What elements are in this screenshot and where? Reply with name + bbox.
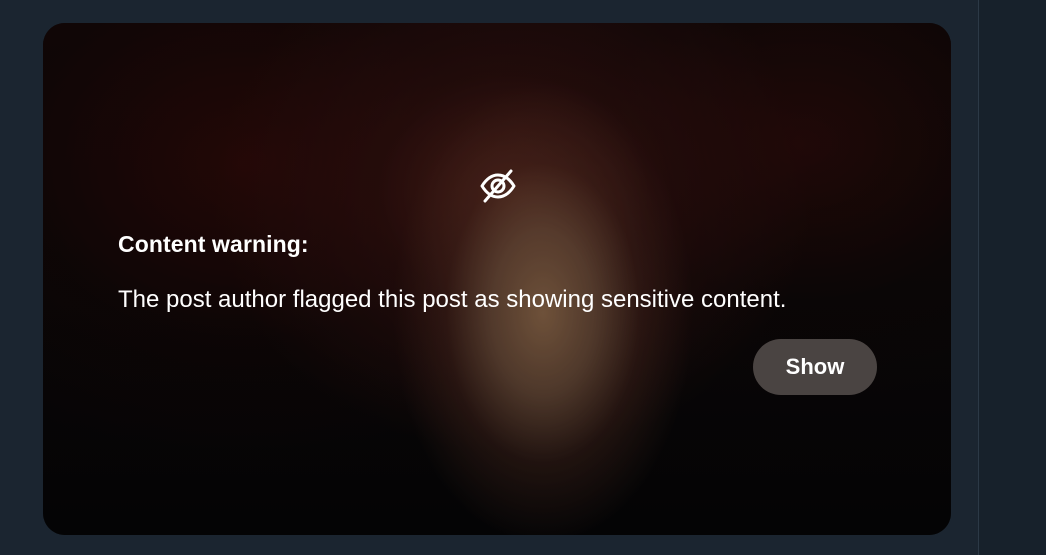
sidebar-column [979, 0, 1046, 555]
content-warning-message: The post author flagged this post as sho… [118, 286, 787, 313]
show-media-button[interactable]: Show [753, 339, 877, 395]
media-overlay [43, 23, 951, 535]
eye-slash-icon [480, 169, 516, 203]
sensitive-media-card[interactable]: Content warning: The post author flagged… [43, 23, 951, 535]
timeline-page: Content warning: The post author flagged… [0, 0, 1046, 555]
content-warning-title: Content warning: [118, 231, 309, 257]
